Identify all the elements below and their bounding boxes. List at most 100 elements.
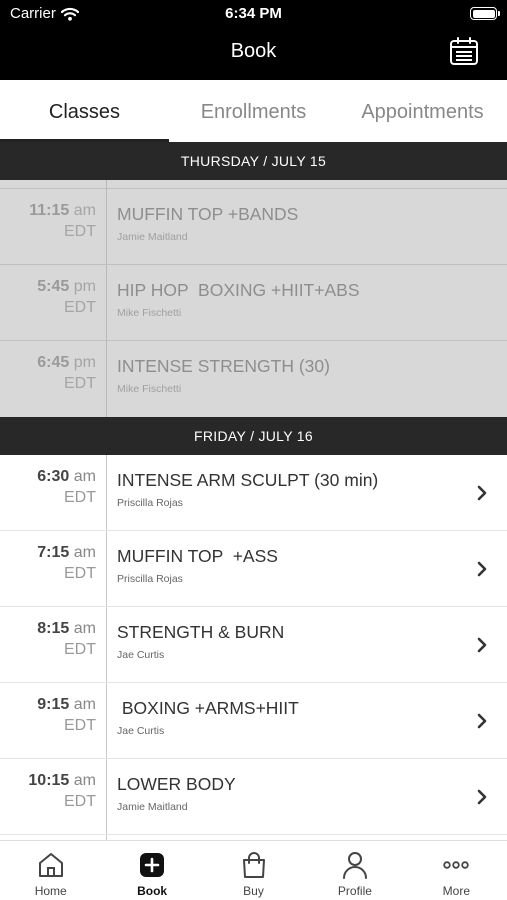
class-schedule-list[interactable]: THURSDAY / JULY 15 11:15 am EDT MUFFIN T… <box>0 142 507 840</box>
instructor-name: Jae Curtis <box>117 649 165 661</box>
timezone: EDT <box>64 565 96 582</box>
ampm: pm <box>73 278 96 295</box>
instructor-name: Priscilla Rojas <box>117 497 183 509</box>
chevron-right-icon[interactable] <box>475 559 489 579</box>
ampm: am <box>73 468 96 485</box>
ampm: am <box>73 772 96 789</box>
class-name: HIP HOP BOXING +HIIT+ABS <box>117 280 360 300</box>
status-bar: Carrier 6:34 PM <box>0 0 507 28</box>
start-time: 7:15 <box>37 544 70 561</box>
class-time: 6:30 am EDT <box>0 468 96 507</box>
class-name: LOWER BODY <box>117 774 236 794</box>
more-dots-icon <box>443 861 470 869</box>
segment-tabs: Classes Enrollments Appointments <box>0 80 507 142</box>
timezone: EDT <box>64 793 96 810</box>
class-row[interactable]: 9:15 am EDT BOXING +ARMS+HIIT Jae Curtis <box>0 683 507 759</box>
chevron-right-icon[interactable] <box>475 635 489 655</box>
ampm: am <box>73 696 96 713</box>
class-row[interactable]: 6:45 pm EDT INTENSE STRENGTH (30) Mike F… <box>0 341 507 417</box>
class-name: STRENGTH & BURN <box>117 622 285 642</box>
tabbar-label: More <box>442 884 470 898</box>
timezone: EDT <box>64 641 96 658</box>
class-row[interactable]: 5:45 pm EDT HIP HOP BOXING +HIIT+ABS Mik… <box>0 265 507 341</box>
timezone: EDT <box>64 489 96 506</box>
start-time: 9:15 <box>37 696 70 713</box>
class-info: MUFFIN TOP +ASS Priscilla Rojas <box>117 546 457 585</box>
class-name: BOXING +ARMS+HIIT <box>117 698 299 718</box>
start-time: 5:45 <box>37 278 70 295</box>
class-time: 9:15 am EDT <box>0 696 96 735</box>
start-time: 6:30 <box>37 468 70 485</box>
class-info: INTENSE ARM SCULPT (30 min) Priscilla Ro… <box>117 470 457 509</box>
plus-square-icon <box>140 853 165 877</box>
class-time: 10:15 am EDT <box>0 772 96 811</box>
instructor-name: Mike Fischetti <box>117 307 182 319</box>
ampm: am <box>73 202 96 219</box>
timezone: EDT <box>64 299 96 316</box>
class-time: 5:45 pm EDT <box>0 278 96 317</box>
app-header: Carrier 6:34 PM Book <box>0 0 507 80</box>
class-info: LOWER BODY Jamie Maitland <box>117 774 457 813</box>
tabbar-home[interactable]: Home <box>0 841 101 900</box>
status-time: 6:34 PM <box>225 5 282 22</box>
class-info: BOXING +ARMS+HIIT Jae Curtis <box>117 698 457 737</box>
day-section-friday: 6:30 am EDT INTENSE ARM SCULPT (30 min) … <box>0 455 507 840</box>
tabbar-more[interactable]: More <box>406 841 507 900</box>
timezone: EDT <box>64 717 96 734</box>
calendar-icon[interactable] <box>449 36 479 66</box>
shopping-bag-icon <box>242 852 265 878</box>
partial-row <box>0 180 507 189</box>
class-time: 7:15 am EDT <box>0 544 96 583</box>
tab-enrollments[interactable]: Enrollments <box>169 80 338 142</box>
page-title: Book <box>230 40 277 62</box>
class-name: INTENSE STRENGTH (30) <box>117 356 330 376</box>
person-icon <box>342 852 367 879</box>
class-name: MUFFIN TOP +BANDS <box>117 204 299 224</box>
ampm: am <box>73 544 96 561</box>
tabbar-label: Profile <box>337 884 372 898</box>
timezone: EDT <box>64 375 96 392</box>
ampm: pm <box>73 354 96 371</box>
chevron-right-icon[interactable] <box>475 711 489 731</box>
tabbar-label: Home <box>34 884 67 898</box>
ampm: am <box>73 620 96 637</box>
class-time: 11:15 am EDT <box>0 202 96 241</box>
class-row[interactable]: 10:15 am EDT LOWER BODY Jamie Maitland <box>0 759 507 835</box>
day-header: THURSDAY / JULY 15 <box>0 142 507 180</box>
start-time: 8:15 <box>37 620 70 637</box>
chevron-right-icon[interactable] <box>475 483 489 503</box>
day-header: FRIDAY / JULY 16 <box>0 417 507 455</box>
tabbar-buy[interactable]: Buy <box>203 841 304 900</box>
tab-appointments[interactable]: Appointments <box>338 80 507 142</box>
tabbar-label: Buy <box>243 884 264 898</box>
class-row[interactable]: 11:15 am EDT MUFFIN TOP +BANDS Jamie Mai… <box>0 189 507 265</box>
start-time: 10:15 <box>28 772 70 789</box>
class-name: MUFFIN TOP +ASS <box>117 546 278 566</box>
tabbar-label: Book <box>137 884 168 898</box>
instructor-name: Mike Fischetti <box>117 383 182 395</box>
class-time: 8:15 am EDT <box>0 620 96 659</box>
home-icon <box>38 853 63 877</box>
class-info: HIP HOP BOXING +HIIT+ABS Mike Fischetti <box>117 280 457 319</box>
tabbar-profile[interactable]: Profile <box>304 841 405 900</box>
start-time: 6:45 <box>37 354 70 371</box>
chevron-right-icon[interactable] <box>475 787 489 807</box>
class-time: 6:45 pm EDT <box>0 354 96 393</box>
class-info: STRENGTH & BURN Jae Curtis <box>117 622 457 661</box>
bottom-tab-bar: Home Book Buy Profile More <box>0 840 507 900</box>
tabbar-book[interactable]: Book <box>101 841 202 900</box>
class-info: INTENSE STRENGTH (30) Mike Fischetti <box>117 356 457 395</box>
battery-icon <box>470 7 500 20</box>
class-row[interactable]: 8:15 am EDT STRENGTH & BURN Jae Curtis <box>0 607 507 683</box>
class-row[interactable]: 6:30 am EDT INTENSE ARM SCULPT (30 min) … <box>0 455 507 531</box>
class-row[interactable]: 7:15 am EDT MUFFIN TOP +ASS Priscilla Ro… <box>0 531 507 607</box>
instructor-name: Priscilla Rojas <box>117 573 183 585</box>
day-section-thursday: 11:15 am EDT MUFFIN TOP +BANDS Jamie Mai… <box>0 180 507 417</box>
tab-classes[interactable]: Classes <box>0 80 169 142</box>
instructor-name: Jae Curtis <box>117 725 165 737</box>
class-name: INTENSE ARM SCULPT (30 min) <box>117 470 379 490</box>
instructor-name: Jamie Maitland <box>117 801 188 813</box>
timezone: EDT <box>64 223 96 240</box>
class-info: MUFFIN TOP +BANDS Jamie Maitland <box>117 204 457 243</box>
instructor-name: Jamie Maitland <box>117 231 188 243</box>
